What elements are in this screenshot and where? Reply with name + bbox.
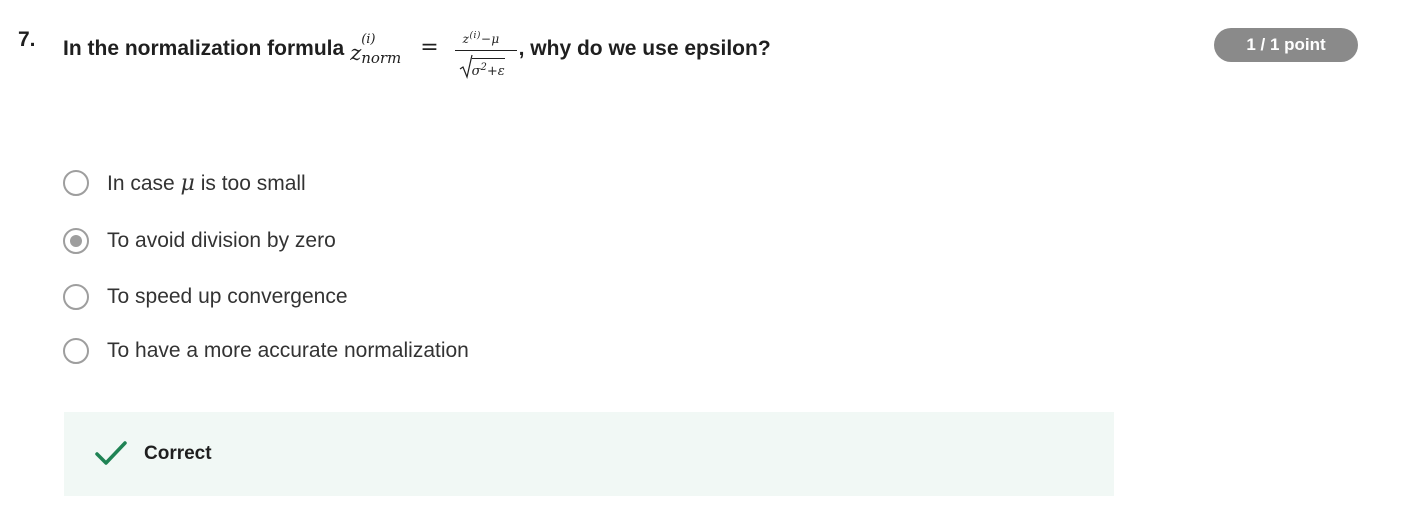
fraction-denominator: σ2+ε <box>471 58 505 79</box>
checkmark-icon <box>95 441 127 465</box>
option-4[interactable]: To have a more accurate normalization <box>63 334 469 368</box>
option-label: In case μ is too small <box>107 171 306 196</box>
radio-dot <box>70 235 82 247</box>
option-3[interactable]: To speed up convergence <box>63 280 348 314</box>
radio-button[interactable] <box>63 338 89 364</box>
feedback-status: Correct <box>144 443 212 464</box>
option-label: To avoid division by zero <box>107 229 336 252</box>
question-prefix: In the normalization formula <box>63 37 345 60</box>
z-subscript: norm <box>361 49 402 67</box>
square-root-icon <box>459 54 473 79</box>
feedback-panel: Correct <box>64 412 1114 496</box>
z-base: z <box>350 41 362 65</box>
option-1[interactable]: In case μ is too small <box>63 166 306 200</box>
radio-button[interactable] <box>63 170 89 196</box>
question-suffix: , why do we use epsilon? <box>518 37 771 60</box>
normalization-fraction: z(i)−μ σ2+ε <box>454 26 519 82</box>
equals-sign: = <box>420 35 439 60</box>
radio-button-selected[interactable] <box>63 228 89 254</box>
z-superscript: (i) <box>361 32 376 47</box>
option-1-suffix: is too small <box>194 171 306 195</box>
fraction-numerator: z(i)−μ <box>462 31 500 46</box>
option-1-prefix: In case <box>107 171 181 195</box>
z-norm-symbol: z (i) norm <box>350 26 408 67</box>
question-number: 7. <box>18 28 36 51</box>
option-label: To speed up convergence <box>107 285 348 308</box>
score-badge: 1 / 1 point <box>1214 28 1358 62</box>
option-2[interactable]: To avoid division by zero <box>63 224 336 258</box>
question-text: In the normalization formula z (i) norm … <box>63 26 771 82</box>
fraction-bar <box>454 50 517 51</box>
mu-symbol: μ <box>180 170 195 196</box>
option-label: To have a more accurate normalization <box>107 339 469 362</box>
radio-button[interactable] <box>63 284 89 310</box>
